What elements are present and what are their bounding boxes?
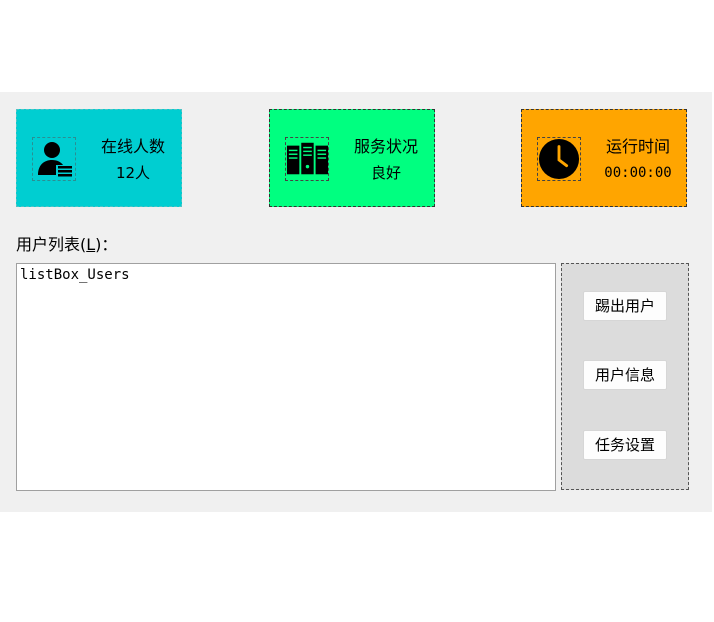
user-list-label: 用户列表(L)：	[16, 235, 117, 255]
task-settings-button[interactable]: 任务设置	[583, 430, 667, 460]
uptime-title: 运行时间	[605, 137, 670, 156]
uptime-value: 00:00:00	[604, 165, 672, 181]
online-users-count: 12人	[115, 164, 151, 182]
service-status-value: 良好	[370, 164, 401, 182]
online-users-title: 在线人数	[100, 137, 165, 156]
user-listbox[interactable]: listBox_Users	[16, 263, 556, 491]
list-item[interactable]: listBox_Users	[20, 267, 130, 283]
server-icon	[285, 137, 329, 181]
user-list-label-suffix: )：	[95, 235, 118, 254]
user-list-label-mnemonic: L	[86, 235, 96, 254]
service-status-title: 服务状况	[353, 137, 418, 156]
clock-icon	[537, 137, 581, 181]
user-info-button[interactable]: 用户信息	[583, 360, 667, 390]
user-list-label-prefix: 用户列表(	[16, 235, 87, 254]
user-list-icon	[32, 137, 76, 181]
online-users-card: 在线人数 12人	[16, 109, 182, 207]
service-status-card: 服务状况 良好	[269, 109, 435, 207]
main-panel: 在线人数 12人 服务状况 良好 运行时间 00:00:00 用户列表(L)： …	[0, 92, 712, 512]
kick-user-button[interactable]: 踢出用户	[583, 291, 667, 321]
action-button-panel: 踢出用户 用户信息 任务设置	[561, 263, 689, 490]
uptime-card: 运行时间 00:00:00	[521, 109, 687, 207]
